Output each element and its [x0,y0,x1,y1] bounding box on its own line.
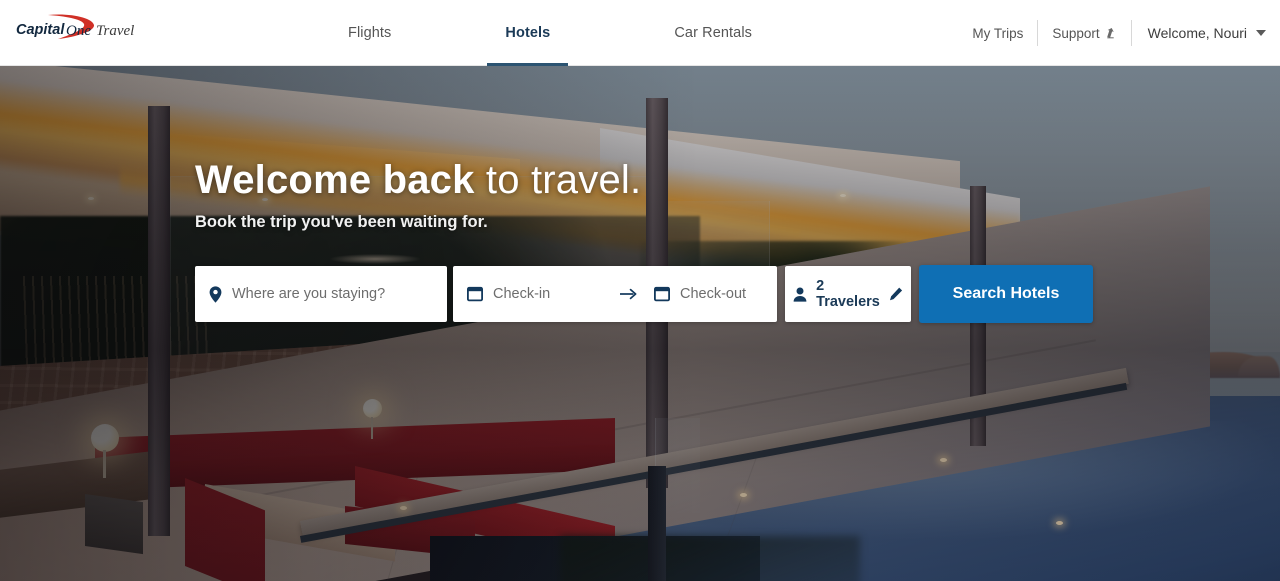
checkin-placeholder: Check-in [493,286,551,302]
hero-heading: Welcome back to travel. [195,158,641,202]
capital-one-travel-logo[interactable]: Capital One Travel [14,11,174,45]
checkin-cell[interactable]: Check-in [467,286,602,302]
my-trips-label: My Trips [972,25,1024,41]
support-label: Support [1052,25,1100,41]
svg-text:Capital: Capital [16,22,65,38]
search-hotels-button[interactable]: Search Hotels [919,265,1093,323]
primary-nav: Flights Hotels Car Rentals [330,0,770,66]
calendar-icon [467,286,483,302]
utility-nav: My Trips Support Welcome, Nouri [958,0,1266,66]
hero-heading-light: to travel. [474,158,642,202]
person-icon [793,287,807,302]
hero-overlay-left [0,66,700,581]
nav-spacer-2 [568,0,656,66]
nav-item-flights-label: Flights [348,25,392,41]
hero-banner: Welcome back to travel. Book the trip yo… [0,66,1280,581]
destination-placeholder: Where are you staying? [232,286,386,302]
svg-text:One: One [66,23,91,39]
nav-item-car-rentals-label: Car Rentals [674,25,753,41]
travelers-label: 2 Travelers [816,278,880,310]
hero-background-photo [0,66,1280,581]
checkout-placeholder: Check-out [680,286,747,302]
chevron-down-icon [1256,30,1266,36]
checkout-cell[interactable]: Check-out [654,286,746,302]
hero-text-block: Welcome back to travel. Book the trip yo… [195,158,641,232]
date-arrow-wrap [602,288,654,300]
user-menu-button[interactable]: Welcome, Nouri [1132,25,1266,41]
nav-item-car-rentals[interactable]: Car Rentals [656,0,770,66]
calendar-icon [654,286,670,302]
date-range-field[interactable]: Check-in Check-out [453,266,777,322]
nav-item-flights[interactable]: Flights [330,0,409,66]
capital-one-logo-icon: Capital One Travel [16,14,134,39]
site-header: Capital One Travel Flights Hotels Car Re… [0,0,1280,66]
external-link-icon [1106,28,1114,39]
nav-spacer-1 [409,0,487,66]
nav-item-hotels[interactable]: Hotels [487,0,569,66]
hero-subheading: Book the trip you've been waiting for. [195,213,488,231]
destination-field[interactable]: Where are you staying? [195,266,447,322]
hotel-search-form: Where are you staying? Check-in Check-ou… [195,265,1093,323]
travelers-field[interactable]: 2 Travelers [785,266,911,322]
nav-item-hotels-label: Hotels [505,25,551,41]
hero-heading-strong: Welcome back [195,158,475,202]
capital-one-travel-hotels-page: Capital One Travel Flights Hotels Car Re… [0,0,1280,581]
location-pin-icon [209,285,222,303]
my-trips-link[interactable]: My Trips [958,26,1037,41]
user-greeting-label: Welcome, Nouri [1147,25,1247,41]
arrow-right-icon [619,288,636,300]
pencil-icon[interactable] [889,287,903,301]
support-link[interactable]: Support [1038,26,1130,41]
date-range-inner: Check-in Check-out [467,286,763,302]
svg-text:Travel: Travel [96,23,134,39]
